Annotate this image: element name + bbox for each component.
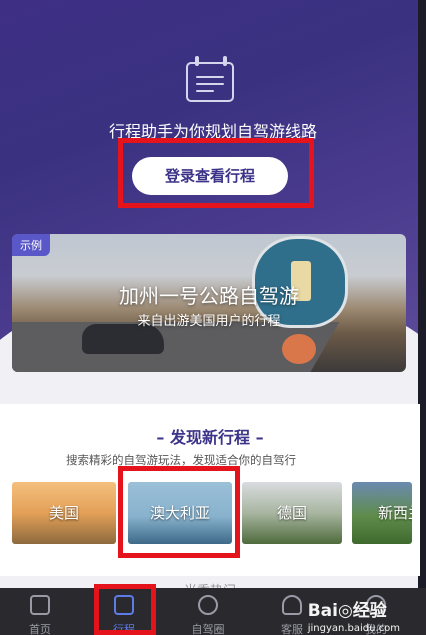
hero-tagline: 行程助手为你规划自驾游线路 xyxy=(108,122,317,141)
headset-icon xyxy=(282,595,302,615)
destination-label: 美国 xyxy=(48,504,79,522)
destination-label: 德国 xyxy=(276,504,307,522)
sample-card-title: 加州一号公路自驾游 xyxy=(119,284,299,308)
tab-label: 首页 xyxy=(29,623,51,635)
discover-title: – 发现新行程 – xyxy=(156,428,264,447)
watermark-url: jingyan.baidu.com xyxy=(307,623,400,634)
chat-icon xyxy=(198,595,218,615)
destination-label: 新西兰 xyxy=(378,504,412,522)
baidu-watermark: Bai◎经验 jingyan.baidu.com xyxy=(308,596,400,634)
destination-usa[interactable]: 美国 xyxy=(12,482,116,544)
discover-subtitle: 搜索精彩的自驾游玩法，发现适合你的自驾行 xyxy=(66,453,296,467)
sample-itinerary-card[interactable]: 示例 加州一号公路自驾游 来自出游美国用户的行程 xyxy=(12,234,406,372)
tab-label: 自驾圈 xyxy=(191,623,225,635)
sample-tag: 示例 xyxy=(12,234,50,256)
destination-new-zealand[interactable]: 新西兰 xyxy=(352,482,412,544)
app-screen: 行程助手为你规划自驾游线路 登录查看行程 示例 加州一号公路自驾游 来自出游美国… xyxy=(0,0,426,635)
sample-card-subtitle: 来自出游美国用户的行程 xyxy=(137,314,281,329)
login-view-itinerary-button[interactable]: 登录查看行程 xyxy=(132,157,288,195)
tab-drive-circle[interactable]: 自驾圈 xyxy=(168,588,248,635)
tab-label: 行程 xyxy=(113,623,135,635)
watermark-logo: Bai◎经验 xyxy=(307,601,387,621)
tab-home[interactable]: 首页 xyxy=(0,588,80,635)
destination-germany[interactable]: 德国 xyxy=(242,482,342,544)
destination-label: 澳大利亚 xyxy=(149,504,210,522)
calendar-icon xyxy=(186,56,234,102)
flower-image xyxy=(282,334,316,364)
destination-australia[interactable]: 澳大利亚 xyxy=(128,482,232,544)
suitcase-icon xyxy=(114,595,134,615)
tab-itinerary[interactable]: 行程 xyxy=(84,588,164,635)
home-icon xyxy=(30,595,50,615)
